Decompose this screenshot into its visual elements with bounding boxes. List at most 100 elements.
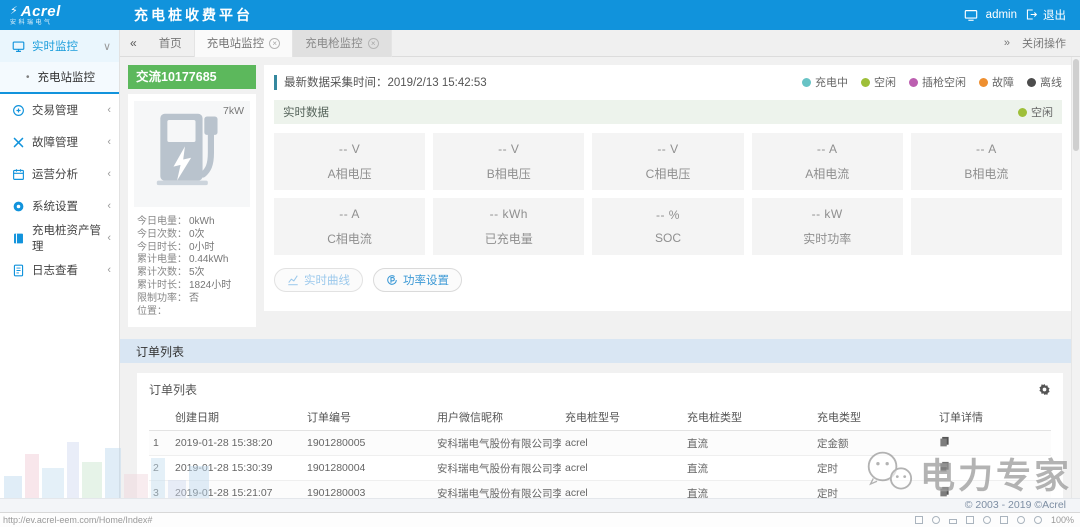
grid-icon[interactable] [966,516,974,524]
sidebar-item-transactions[interactable]: 交易管理 ‹ [0,94,119,126]
bullet-icon: • [26,72,30,83]
realtime-data-header: 实时数据 空闲 [274,100,1062,124]
status-dot [909,78,918,87]
book-icon [12,232,25,245]
zoom-in-icon[interactable] [1034,516,1042,524]
pile-stats: 今日电量：0kWh 今日次数：0次 今日时长：0小时 累计电量：0.44kWh … [134,216,250,318]
sidebar-item-pile-assets[interactable]: 充电桩资产管理 ‹ [0,222,119,254]
metric-card-phase-a-current: -- AA相电流 [752,133,903,190]
legend-charging: 充电中 [802,74,848,90]
close-icon[interactable]: × [368,38,379,49]
tray-icon[interactable] [949,519,957,524]
wrench-icon [12,136,25,149]
realtime-data-title: 实时数据 [283,104,329,120]
orders-section-title: 订单列表 [136,343,184,360]
col-order-detail: 订单详情 [935,405,1051,431]
user-menu[interactable]: admin [986,9,1017,21]
monitor-screen-icon [12,40,25,53]
browser-status-bar: http://ev.acrel-eem.com/Home/Index# 100% [0,512,1080,527]
order-detail-icon[interactable] [939,486,950,497]
scrollbar-thumb[interactable] [1073,59,1079,151]
sidebar-item-settings[interactable]: 系统设置 ‹ [0,190,119,222]
logout-icon [1025,8,1039,22]
logo-subtext: 安科瑞电气 [10,20,120,26]
sidebar-item-label: 交易管理 [32,102,78,118]
orders-panel-title: 订单列表 [149,381,197,398]
close-icon[interactable]: × [269,38,280,49]
realtime-curve-button[interactable]: 实时曲线 [274,268,363,292]
copyright-footer: © 2003 - 2019 ©Acrel [0,498,1080,512]
chevron-down-icon: ∨ [103,40,111,53]
close-operations-dropdown[interactable]: 关闭操作 [1022,35,1066,51]
pile-summary-card: 7kW [128,94,256,327]
tab-home[interactable]: 首页 [147,30,194,57]
calendar-icon [12,168,25,181]
metric-card-empty [911,198,1062,255]
window-icon[interactable] [1000,516,1008,524]
tab-station-monitor[interactable]: 充电站监控 × [194,30,294,57]
pile-id-badge[interactable]: 交流10177685 [128,65,256,89]
acrel-logo: ⚡ Acrel 安科瑞电气 [0,4,120,26]
metric-card-soc: -- %SOC [592,198,743,255]
order-detail-icon[interactable] [939,436,950,447]
chevron-left-icon: ‹ [107,136,111,148]
tab-gun-monitor[interactable]: 充电枪监控 × [293,30,392,57]
sidebar: 实时监控 ∨ • 充电站监控 交易管理 ‹ 故障管理 ‹ 运营分析 [0,30,120,498]
stat-row: 今日电量：0kWh [137,216,247,229]
page-title: 充电桩收费平台 [134,5,253,25]
username: admin [986,9,1017,21]
legend-plugged-idle: 插枪空闲 [909,74,966,90]
sidebar-item-label: 实时监控 [32,38,78,54]
sidebar-item-station-monitor[interactable]: • 充电站监控 [0,62,119,92]
sidebar-item-logs[interactable]: 日志查看 ‹ [0,254,119,286]
logout-button[interactable]: 退出 [1025,7,1066,23]
status-dot [861,78,870,87]
metric-card-phase-b-voltage: -- VB相电压 [433,133,584,190]
legend-fault: 故障 [979,74,1014,90]
tabs-scroll-right-button[interactable]: » [1004,37,1010,49]
status-dot [979,78,988,87]
metric-card-phase-c-voltage: -- VC相电压 [592,133,743,190]
tab-label: 充电枪监控 [305,35,363,51]
sidebar-item-realtime-monitor[interactable]: 实时监控 ∨ [0,30,119,62]
browser-zoom-tools: 100% [915,515,1080,525]
zoom-level[interactable]: 100% [1051,515,1074,525]
content-area: 交流10177685 7kW [120,57,1080,498]
collect-time: 最新数据采集时间：2019/2/13 15:42:53 [284,74,487,90]
sidebar-item-faults[interactable]: 故障管理 ‹ [0,126,119,158]
tab-label: 首页 [159,35,182,51]
legend-offline: 离线 [1027,74,1062,90]
page-icon[interactable] [915,516,923,524]
metric-card-realtime-power: -- kW实时功率 [752,198,903,255]
order-detail-icon[interactable] [939,461,950,472]
table-row[interactable]: 12019-01-28 15:38:201901280005安科瑞电气股份有限公… [149,431,1051,456]
stat-row: 累计时长：1824小时 [137,280,247,293]
sidebar-item-analysis[interactable]: 运营分析 ‹ [0,158,119,190]
sidebar-item-label: 故障管理 [32,134,78,150]
status-dot [1018,108,1027,117]
sidebar-item-label: 充电桩资产管理 [32,222,107,254]
top-bar: ⚡ Acrel 安科瑞电气 充电桩收费平台 admin 退出 [0,0,1080,30]
status-dot [802,78,811,87]
refresh-icon[interactable] [983,516,991,524]
monitor-icon[interactable] [964,8,978,22]
zoom-out-icon[interactable] [1017,516,1025,524]
protected-mode-icon[interactable] [932,516,940,524]
metric-card-charged-energy: -- kWh已充电量 [433,198,584,255]
power-setting-button[interactable]: 功率设置 [373,268,462,292]
gun-status-badge: 空闲 [1018,104,1053,120]
stat-row: 限制功率：否 [137,293,247,306]
logout-label: 退出 [1043,7,1066,23]
chevron-left-icon: ‹ [107,104,111,116]
table-settings-gear-icon[interactable] [1038,383,1051,396]
status-legend: 充电中 空闲 插枪空闲 故障 离线 [802,74,1062,90]
col-pile-model: 充电桩型号 [561,405,683,431]
tabs-scroll-left-button[interactable]: « [120,36,147,50]
table-row[interactable]: 22019-01-28 15:30:391901280004安科瑞电气股份有限公… [149,456,1051,481]
table-row[interactable]: 32019-01-28 15:21:071901280003安科瑞电气股份有限公… [149,481,1051,498]
chevron-left-icon: ‹ [107,168,111,180]
sidebar-item-label: 运营分析 [32,166,78,182]
stat-row: 今日时长：0小时 [137,242,247,255]
vertical-scrollbar[interactable] [1071,57,1080,498]
gear-icon [12,200,25,213]
